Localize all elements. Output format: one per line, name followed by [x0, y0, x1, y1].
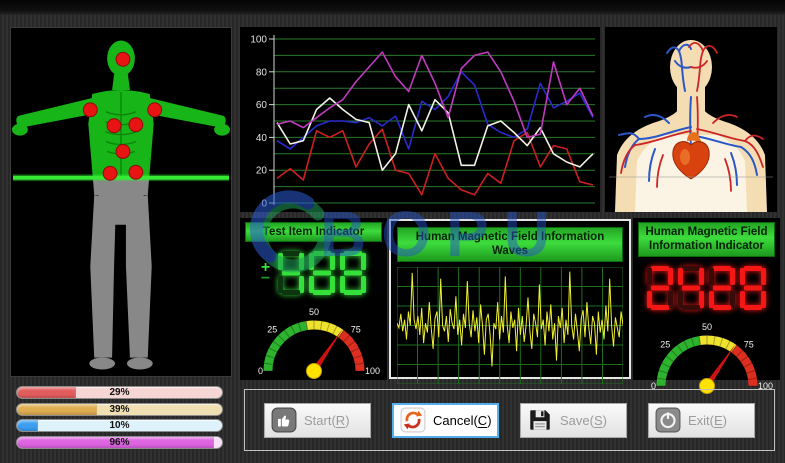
- svg-text:50: 50: [308, 307, 318, 317]
- svg-text:25: 25: [660, 339, 670, 349]
- power-icon: [655, 407, 681, 433]
- circulatory-system-illustration: [605, 27, 777, 212]
- exit-button[interactable]: Exit(E): [648, 403, 755, 438]
- button-label: Save(S): [560, 413, 607, 428]
- control-button-bar: Start(R) Cancel(C) Save(S) Exit(E): [244, 389, 775, 451]
- minus-sign: −: [261, 272, 270, 285]
- progress-bar-label: 29%: [17, 387, 222, 399]
- window-top-band: [0, 0, 785, 15]
- svg-text:75: 75: [743, 339, 753, 349]
- line-chart-panel: 0 20 40 60 80 100: [240, 27, 600, 212]
- refresh-arrows-icon: [400, 407, 426, 433]
- svg-text:50: 50: [701, 322, 711, 332]
- progress-bar-stack: 29% 39% 10% 96%: [16, 386, 223, 449]
- progress-bar: 29%: [16, 386, 223, 399]
- svg-text:75: 75: [350, 325, 360, 335]
- plus-minus-sign: + −: [261, 251, 270, 295]
- test-item-gauge: 0 25 50 75 100: [244, 295, 384, 392]
- test-item-display: + −: [261, 251, 366, 295]
- body-figure: [11, 28, 231, 376]
- test-item-title: Test Item Indicator: [263, 226, 364, 238]
- button-label: Exit(E): [688, 413, 727, 428]
- test-item-banner: Test Item Indicator: [245, 222, 382, 242]
- button-label: Start(R): [304, 413, 350, 428]
- floppy-disk-icon: [527, 407, 553, 433]
- progress-bar: 10%: [16, 419, 223, 432]
- svg-text:40: 40: [256, 133, 268, 144]
- svg-text:25: 25: [267, 325, 277, 335]
- hmf-value-digits: [647, 266, 766, 310]
- button-label: Cancel(C): [433, 413, 492, 428]
- analyzer-window: 0 20 40 60 80 100: [0, 0, 785, 463]
- svg-text:100: 100: [365, 366, 380, 376]
- test-item-value-digits: [278, 251, 366, 295]
- progress-bar-label: 10%: [17, 420, 222, 432]
- hmf-title-line2: Information Indicator: [649, 240, 764, 252]
- thumbs-up-icon: [271, 407, 297, 433]
- svg-text:0: 0: [261, 199, 267, 210]
- save-button[interactable]: Save(S): [520, 403, 627, 438]
- hmf-indicator-column: Human Magnetic Field Information Indicat…: [633, 218, 780, 380]
- magnetic-field-waveform: [397, 267, 623, 384]
- cancel-button[interactable]: Cancel(C): [392, 403, 499, 438]
- body-scan-panel: [10, 27, 232, 377]
- progress-bar: 96%: [16, 436, 223, 449]
- magnetic-waves-panel: Human Magnetic Field Information Waves: [389, 219, 631, 379]
- svg-text:0: 0: [257, 366, 262, 376]
- progress-bar: 39%: [16, 403, 223, 416]
- svg-text:100: 100: [250, 35, 267, 46]
- hmf-title-line1: Human Magnetic Field: [645, 226, 767, 238]
- svg-text:60: 60: [256, 100, 268, 111]
- progress-bar-label: 96%: [17, 437, 222, 449]
- vital-trend-chart: 0 20 40 60 80 100: [240, 27, 600, 212]
- progress-bar-label: 39%: [17, 404, 222, 416]
- hmf-banner: Human Magnetic Field Information Indicat…: [638, 222, 775, 257]
- waves-title: Human Magnetic Field Information Waves: [416, 231, 604, 257]
- anatomy-panel: [605, 27, 777, 212]
- svg-text:80: 80: [256, 67, 268, 78]
- waves-banner: Human Magnetic Field Information Waves: [397, 227, 623, 262]
- test-item-column: Test Item Indicator + − 0 25 50 75 100: [240, 218, 387, 380]
- svg-text:20: 20: [256, 166, 268, 177]
- start-button[interactable]: Start(R): [264, 403, 371, 438]
